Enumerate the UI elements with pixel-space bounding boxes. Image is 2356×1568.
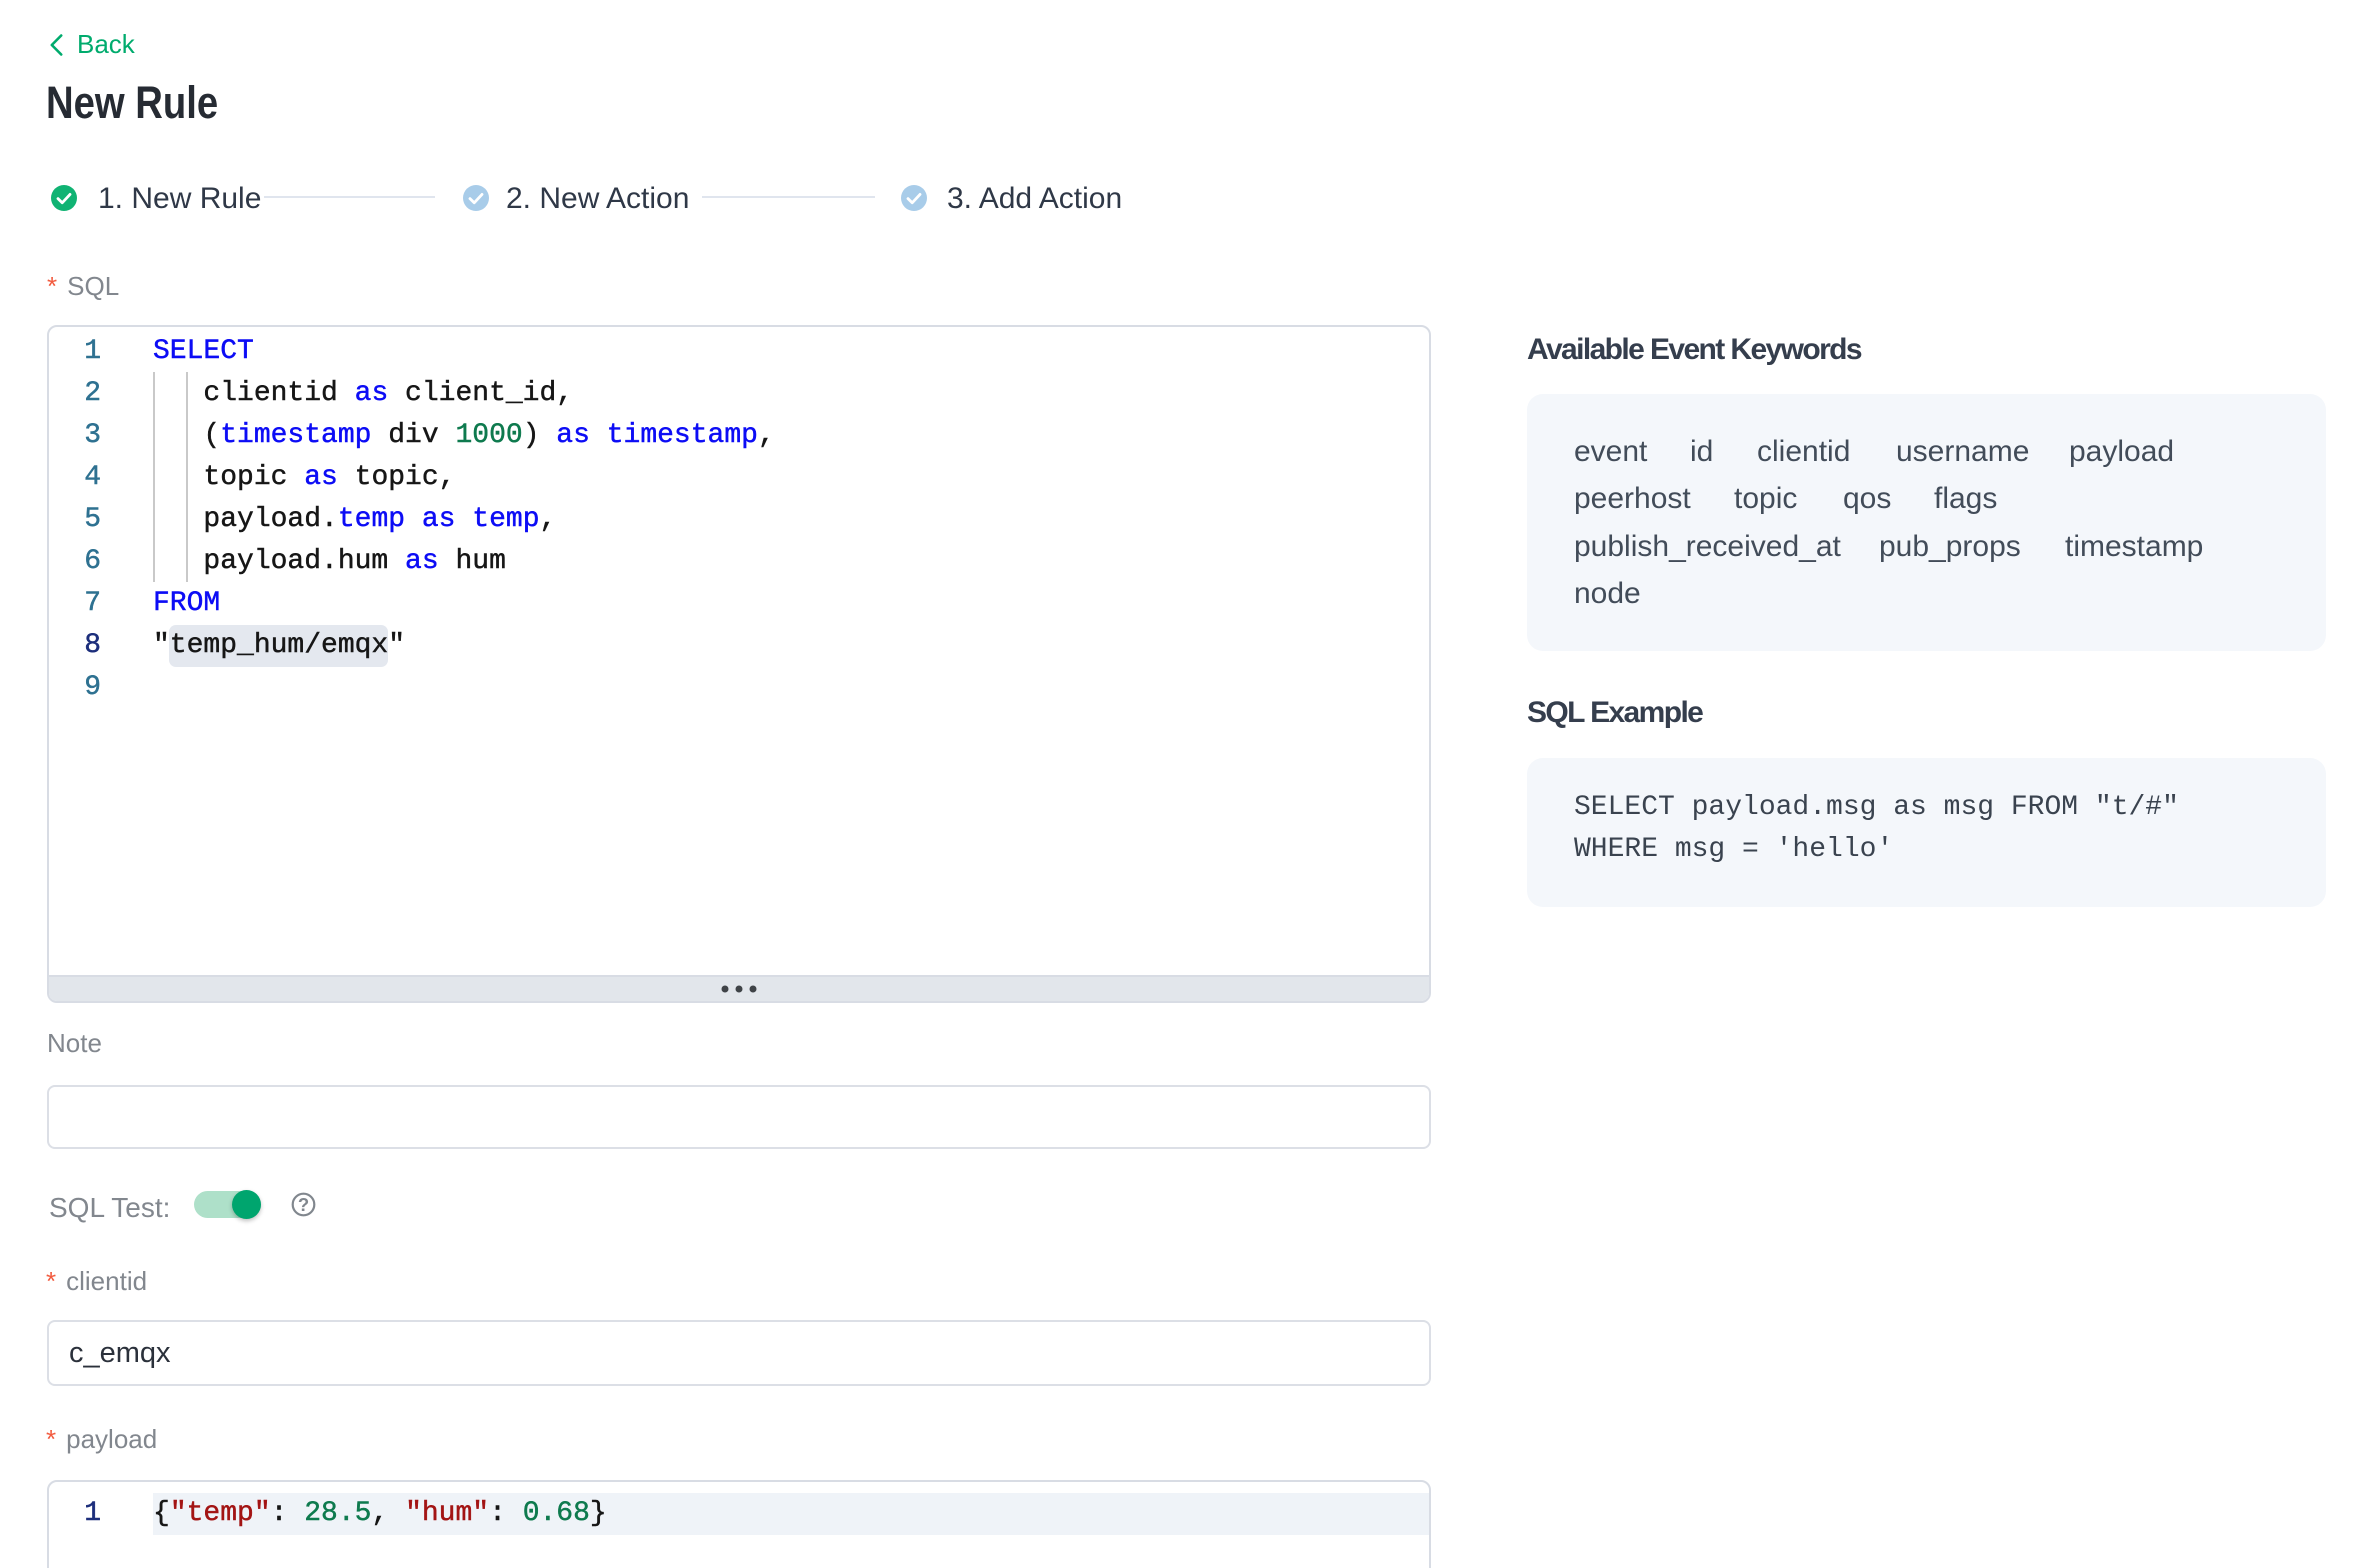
svg-text:?: ? (298, 1194, 309, 1215)
